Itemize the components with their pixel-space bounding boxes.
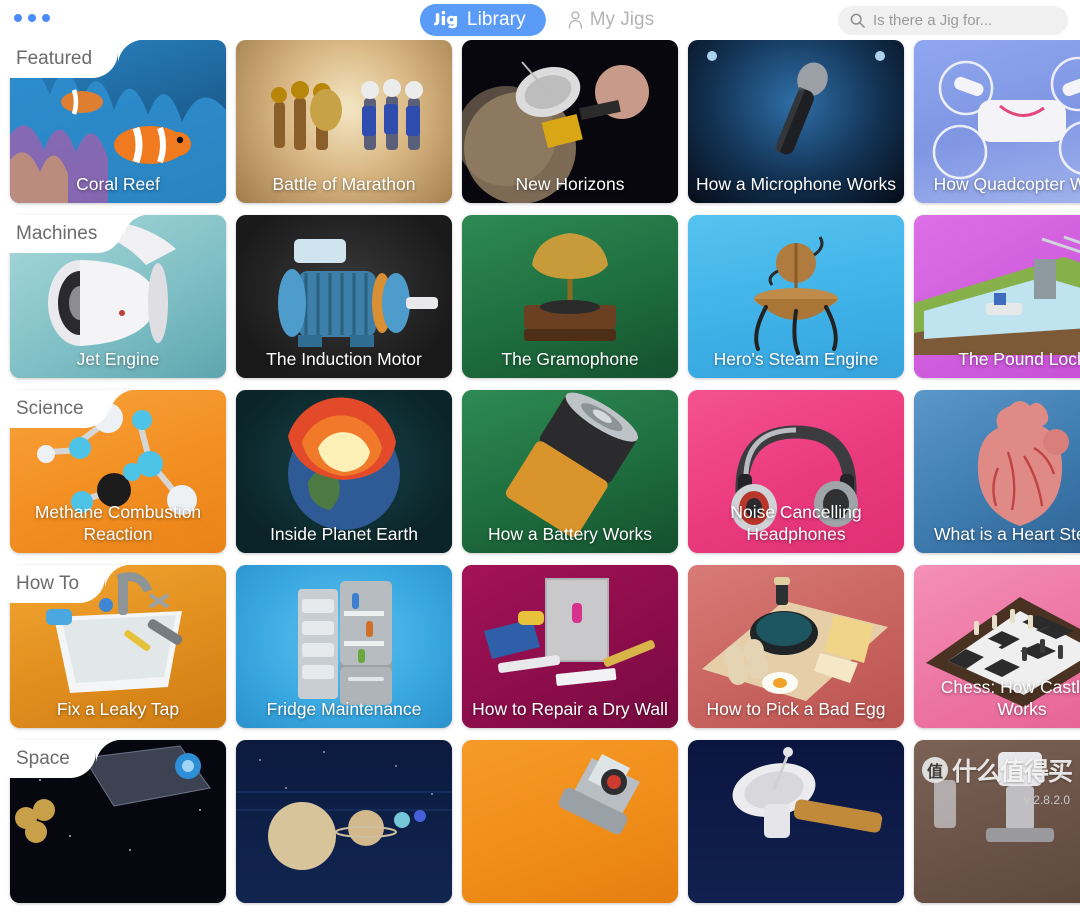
jig-card[interactable]: How a Microphone Works xyxy=(688,40,904,203)
jig-card-title: How to Repair a Dry Wall xyxy=(468,698,672,720)
category-row: Jet Engine The Induction Motor xyxy=(0,215,1080,390)
jig-card-title: Battle of Marathon xyxy=(242,173,446,195)
jig-card[interactable]: The Pound Lock xyxy=(914,215,1080,378)
window-controls[interactable] xyxy=(14,14,50,22)
jig-card-title: The Pound Lock xyxy=(920,348,1080,370)
jig-card[interactable]: Chess: How Castling Works xyxy=(914,565,1080,728)
jig-card[interactable]: Fridge Maintenance xyxy=(236,565,452,728)
jig-card-title: How a Battery Works xyxy=(468,523,672,545)
jig-card[interactable] xyxy=(688,740,904,903)
jig-card[interactable]: What is a Heart Stent? xyxy=(914,390,1080,553)
card-track[interactable]: Methane Combustion Reaction Inside Plane… xyxy=(10,390,1080,553)
jig-card-title: New Horizons xyxy=(468,173,672,195)
person-icon xyxy=(568,11,583,29)
jig-card[interactable]: How to Pick a Bad Egg xyxy=(688,565,904,728)
category-row: Space xyxy=(0,740,1080,915)
jig-card-title: Inside Planet Earth xyxy=(242,523,446,545)
card-track[interactable]: Fix a Leaky Tap Fridge M xyxy=(10,565,1080,728)
jig-card[interactable]: Battle of Marathon xyxy=(236,40,452,203)
jig-card[interactable]: Coral Reef xyxy=(10,40,226,203)
card-track[interactable] xyxy=(10,740,1080,903)
version-label: v 2.8.2.0 xyxy=(1024,793,1070,807)
jig-card-title: The Induction Motor xyxy=(242,348,446,370)
jig-card[interactable]: How Quadcopter Work xyxy=(914,40,1080,203)
category-row: Coral Reef Battle of Marathon xyxy=(0,40,1080,215)
watermark: 值 什么值得买 xyxy=(922,752,1072,788)
watermark-text: 什么值得买 xyxy=(952,752,1072,788)
jig-card[interactable]: Noise Cancelling Headphones xyxy=(688,390,904,553)
jig-card[interactable]: Fix a Leaky Tap xyxy=(10,565,226,728)
tab-my-jigs[interactable]: My Jigs xyxy=(562,5,660,35)
tab-my-jigs-label: My Jigs xyxy=(590,9,654,31)
card-artwork xyxy=(688,740,904,903)
primary-nav: Library My Jigs xyxy=(420,4,660,36)
category-row: Methane Combustion Reaction Inside Plane… xyxy=(0,390,1080,565)
card-artwork xyxy=(236,740,452,903)
category-row: Fix a Leaky Tap Fridge M xyxy=(0,565,1080,740)
jig-card-title: What is a Heart Stent? xyxy=(920,523,1080,545)
card-artwork xyxy=(462,740,678,903)
jig-card-title: Coral Reef xyxy=(16,173,220,195)
jig-card[interactable]: Methane Combustion Reaction xyxy=(10,390,226,553)
jig-card-title: How to Pick a Bad Egg xyxy=(694,698,898,720)
jig-card[interactable]: How a Battery Works xyxy=(462,390,678,553)
jig-card[interactable]: Jet Engine xyxy=(10,215,226,378)
card-track[interactable]: Jet Engine The Induction Motor xyxy=(10,215,1080,378)
jig-card[interactable]: Hero's Steam Engine xyxy=(688,215,904,378)
search-placeholder: Is there a Jig for... xyxy=(873,12,992,29)
window-dot[interactable] xyxy=(14,14,22,22)
window-dot[interactable] xyxy=(42,14,50,22)
card-artwork xyxy=(10,740,226,903)
tab-library[interactable]: Library xyxy=(420,4,546,36)
jig-card[interactable]: The Induction Motor xyxy=(236,215,452,378)
app-header: Library My Jigs Is there a Jig for... xyxy=(0,0,1080,40)
search-icon xyxy=(850,13,865,28)
jig-card[interactable]: How to Repair a Dry Wall xyxy=(462,565,678,728)
jig-card[interactable] xyxy=(462,740,678,903)
tab-library-label: Library xyxy=(467,9,526,31)
card-track[interactable]: Coral Reef Battle of Marathon xyxy=(10,40,1080,203)
jig-card-title: How a Microphone Works xyxy=(694,173,898,195)
jig-logo-icon xyxy=(434,10,460,29)
window-dot[interactable] xyxy=(28,14,36,22)
jig-card-title: Jet Engine xyxy=(16,348,220,370)
jig-card-title: Fix a Leaky Tap xyxy=(16,698,220,720)
jig-card-title: Methane Combustion Reaction xyxy=(16,501,220,545)
jig-card-title: How Quadcopter Work xyxy=(920,173,1080,195)
watermark-badge: 值 xyxy=(922,757,948,783)
jig-card[interactable] xyxy=(236,740,452,903)
library-rows: Coral Reef Battle of Marathon xyxy=(0,40,1080,915)
jig-card-title: Fridge Maintenance xyxy=(242,698,446,720)
search-input[interactable]: Is there a Jig for... xyxy=(838,6,1068,35)
jig-card-title: The Gramophone xyxy=(468,348,672,370)
jig-card[interactable]: New Horizons xyxy=(462,40,678,203)
jig-card[interactable]: Inside Planet Earth xyxy=(236,390,452,553)
jig-card-title: Noise Cancelling Headphones xyxy=(694,501,898,545)
jig-card-title: Chess: How Castling Works xyxy=(920,676,1080,720)
jig-card[interactable] xyxy=(10,740,226,903)
jig-card[interactable]: The Gramophone xyxy=(462,215,678,378)
jig-card-title: Hero's Steam Engine xyxy=(694,348,898,370)
